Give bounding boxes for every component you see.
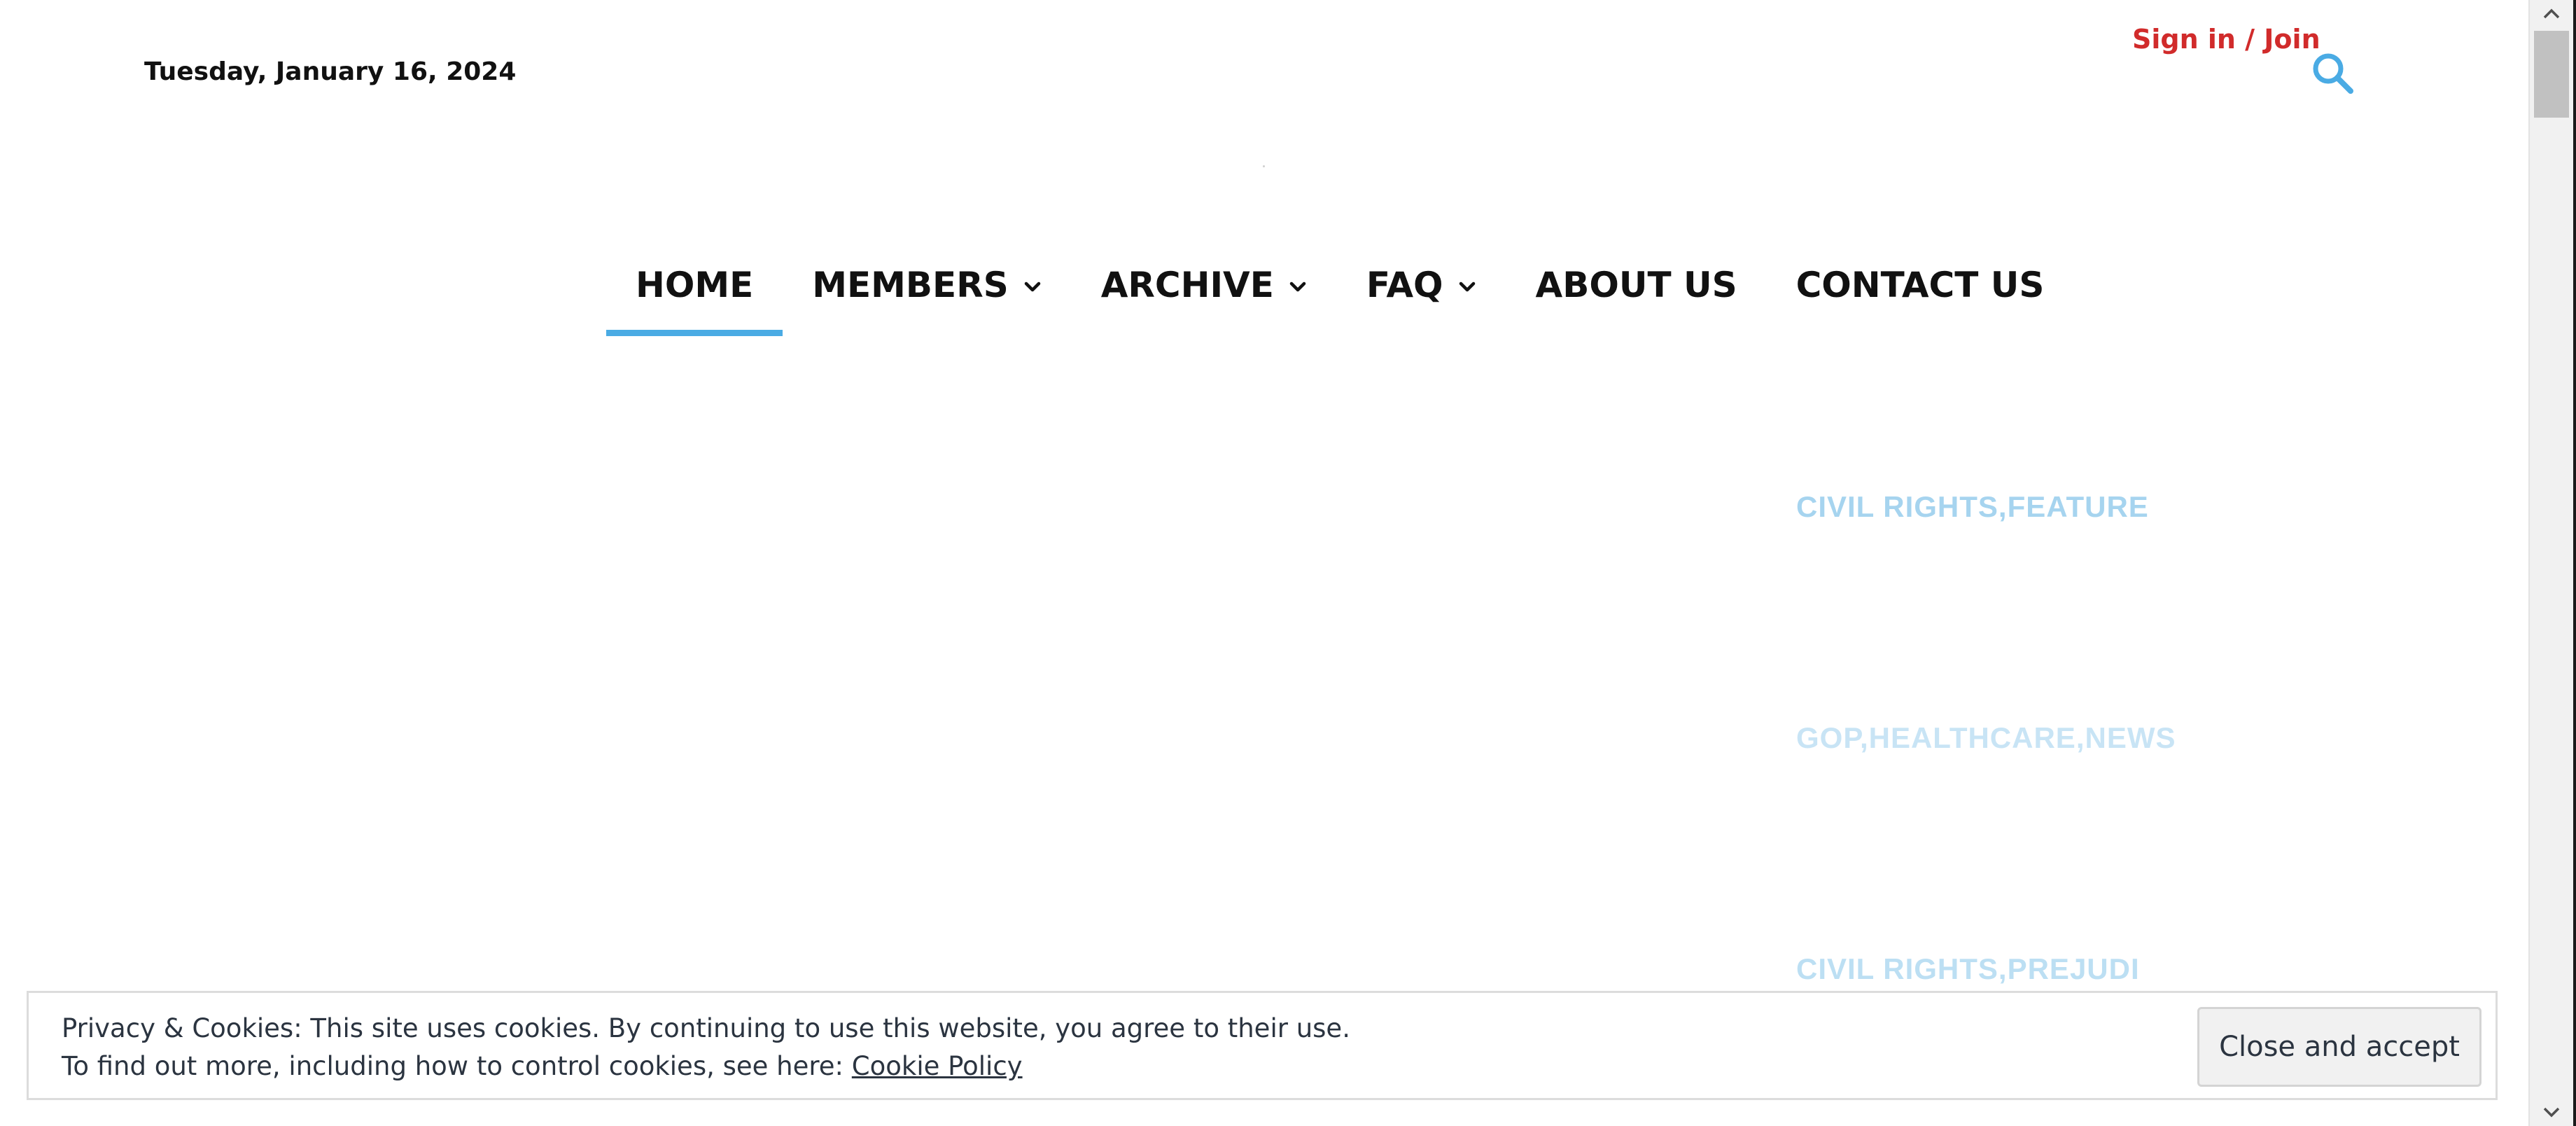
chevron-down-icon: [2542, 1106, 2561, 1118]
page: Tuesday, January 16, 2024 Sign in / Join…: [0, 0, 2528, 1126]
nav-item-label: MEMBERS: [812, 265, 1009, 305]
nav-item-home[interactable]: HOME: [606, 252, 783, 336]
nav-item-label: ABOUT US: [1535, 265, 1737, 305]
chevron-down-icon: [1288, 277, 1308, 297]
scroll-up-arrow[interactable]: [2530, 0, 2573, 28]
sign-in-join-link[interactable]: Sign in / Join: [2132, 24, 2320, 55]
scroll-down-arrow[interactable]: [2530, 1098, 2573, 1126]
close-and-accept-button[interactable]: Close and accept: [2197, 1007, 2482, 1087]
search-button[interactable]: [2309, 49, 2358, 98]
search-icon: [2309, 49, 2358, 98]
nav-item-members[interactable]: MEMBERS: [783, 252, 1071, 336]
category-link-gop-healthcare-news[interactable]: GOP,HEALTHCARE,NEWS: [1796, 721, 2176, 755]
current-date: Tuesday, January 16, 2024: [144, 57, 517, 86]
cookie-banner-text: Privacy & Cookies: This site uses cookie…: [62, 1010, 1350, 1085]
nav-item-archive[interactable]: ARCHIVE: [1072, 252, 1337, 336]
nav-item-label: CONTACT US: [1795, 265, 2045, 305]
nav-item-contact-us[interactable]: CONTACT US: [1767, 252, 2074, 336]
nav-item-label: ARCHIVE: [1100, 265, 1274, 305]
category-link-civil-rights-prejudice[interactable]: CIVIL RIGHTS,PREJUDI: [1796, 952, 2140, 986]
category-link-civil-rights-feature[interactable]: CIVIL RIGHTS,FEATURE: [1796, 490, 2149, 524]
vertical-scrollbar[interactable]: [2528, 0, 2573, 1126]
site-logo-placeholder: [1263, 165, 1265, 167]
chevron-down-icon: [1457, 277, 1477, 297]
nav-item-faq[interactable]: FAQ: [1337, 252, 1506, 336]
cookie-policy-prefix: To find out more, including how to contr…: [62, 1051, 852, 1081]
cookie-banner: Privacy & Cookies: This site uses cookie…: [27, 991, 2498, 1100]
cookie-policy-line: To find out more, including how to contr…: [62, 1048, 1350, 1085]
nav-item-about-us[interactable]: ABOUT US: [1506, 252, 1767, 336]
chevron-down-icon: [1023, 277, 1042, 297]
nav-item-label: HOME: [636, 265, 754, 305]
chevron-up-icon: [2542, 8, 2561, 20]
nav-item-label: FAQ: [1366, 265, 1443, 305]
main-navigation: HOME MEMBERS ARCHIVE FAQ ABOUT US CONTAC…: [606, 252, 2073, 336]
cookie-policy-link[interactable]: Cookie Policy: [852, 1051, 1023, 1081]
cookie-notice-line: Privacy & Cookies: This site uses cookie…: [62, 1013, 1350, 1043]
scrollbar-thumb[interactable]: [2534, 31, 2569, 118]
window-border: [2573, 0, 2576, 1126]
